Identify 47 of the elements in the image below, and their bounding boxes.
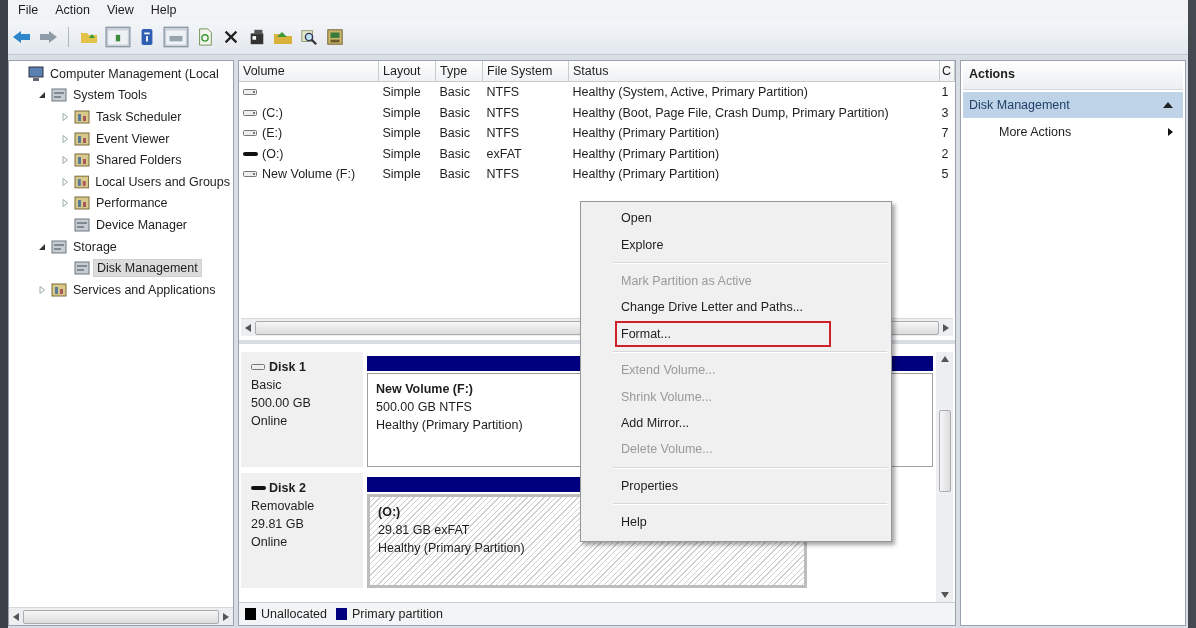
table-cell-text: Healthy (Primary Partition) [571, 125, 721, 143]
table-cell-text: 3 [940, 104, 950, 122]
disk-type: Basic [251, 377, 282, 394]
table-cell: (O:) [262, 146, 284, 161]
table-cell: 1 [939, 81, 955, 103]
disk-type: Removable [251, 498, 315, 515]
partition-health: Healthy (Primary Partition) [376, 417, 523, 434]
table-cell-text: Healthy (Boot, Page File, Crash Dump, Primary Partition) [571, 104, 890, 122]
legend-label: Primary partition [352, 607, 443, 621]
table-cell-text: 5 [940, 166, 950, 183]
table-cell-text: NTFS [485, 104, 521, 122]
table-cell: Simple [378, 81, 436, 103]
table-cell-text: 2 [940, 145, 950, 163]
table-cell-text: Basic [438, 104, 472, 122]
disk-status: Online [251, 413, 288, 430]
table-cell-text: Healthy (Primary Partition) [571, 166, 721, 183]
disk-name: Disk 2 [269, 480, 306, 497]
table-cell-text: Healthy (Primary Partition) [571, 145, 721, 163]
table-cell-text: NTFS [485, 166, 521, 183]
disk-name: Disk 1 [269, 359, 306, 376]
table-cell-text: Simple [381, 145, 422, 163]
table-cell-text: exFAT [485, 145, 523, 163]
actions-header: Actions [963, 63, 1183, 90]
table-cell-text: 7 [940, 125, 950, 143]
partition-detail: 29.81 GB exFAT [378, 522, 470, 539]
table-cell: (E:) [262, 126, 283, 141]
table-cell-text: Basic [438, 166, 472, 183]
disk-size: 500.00 GB [251, 395, 311, 412]
table-cell-text: Basic [438, 125, 472, 143]
disk-status: Online [251, 534, 288, 551]
table-cell-text: Basic [438, 145, 472, 163]
partition-health: Healthy (Primary Partition) [378, 540, 525, 557]
table-cell: New Volume (F:) [262, 167, 356, 181]
table-cell-text: Simple [381, 125, 422, 143]
table-cell-text: Simple [381, 104, 422, 122]
partition-detail: 500.00 GB NTFS [376, 399, 472, 416]
legend-label: Unallocated [261, 607, 327, 621]
table-cell-text: NTFS [485, 125, 521, 143]
partition-name: (O:) [378, 504, 401, 521]
disk-size: 29.81 GB [251, 516, 304, 533]
table-cell: (C:) [262, 105, 283, 120]
table-cell: Healthy (System, Active, Primary Partition) [568, 81, 940, 103]
section-title: Disk Management [969, 98, 1070, 112]
partition-name: New Volume (F:) [376, 381, 473, 398]
table-cell: Basic [435, 81, 483, 103]
table-cell-text: Simple [381, 166, 422, 183]
table-cell: NTFS [482, 81, 569, 103]
